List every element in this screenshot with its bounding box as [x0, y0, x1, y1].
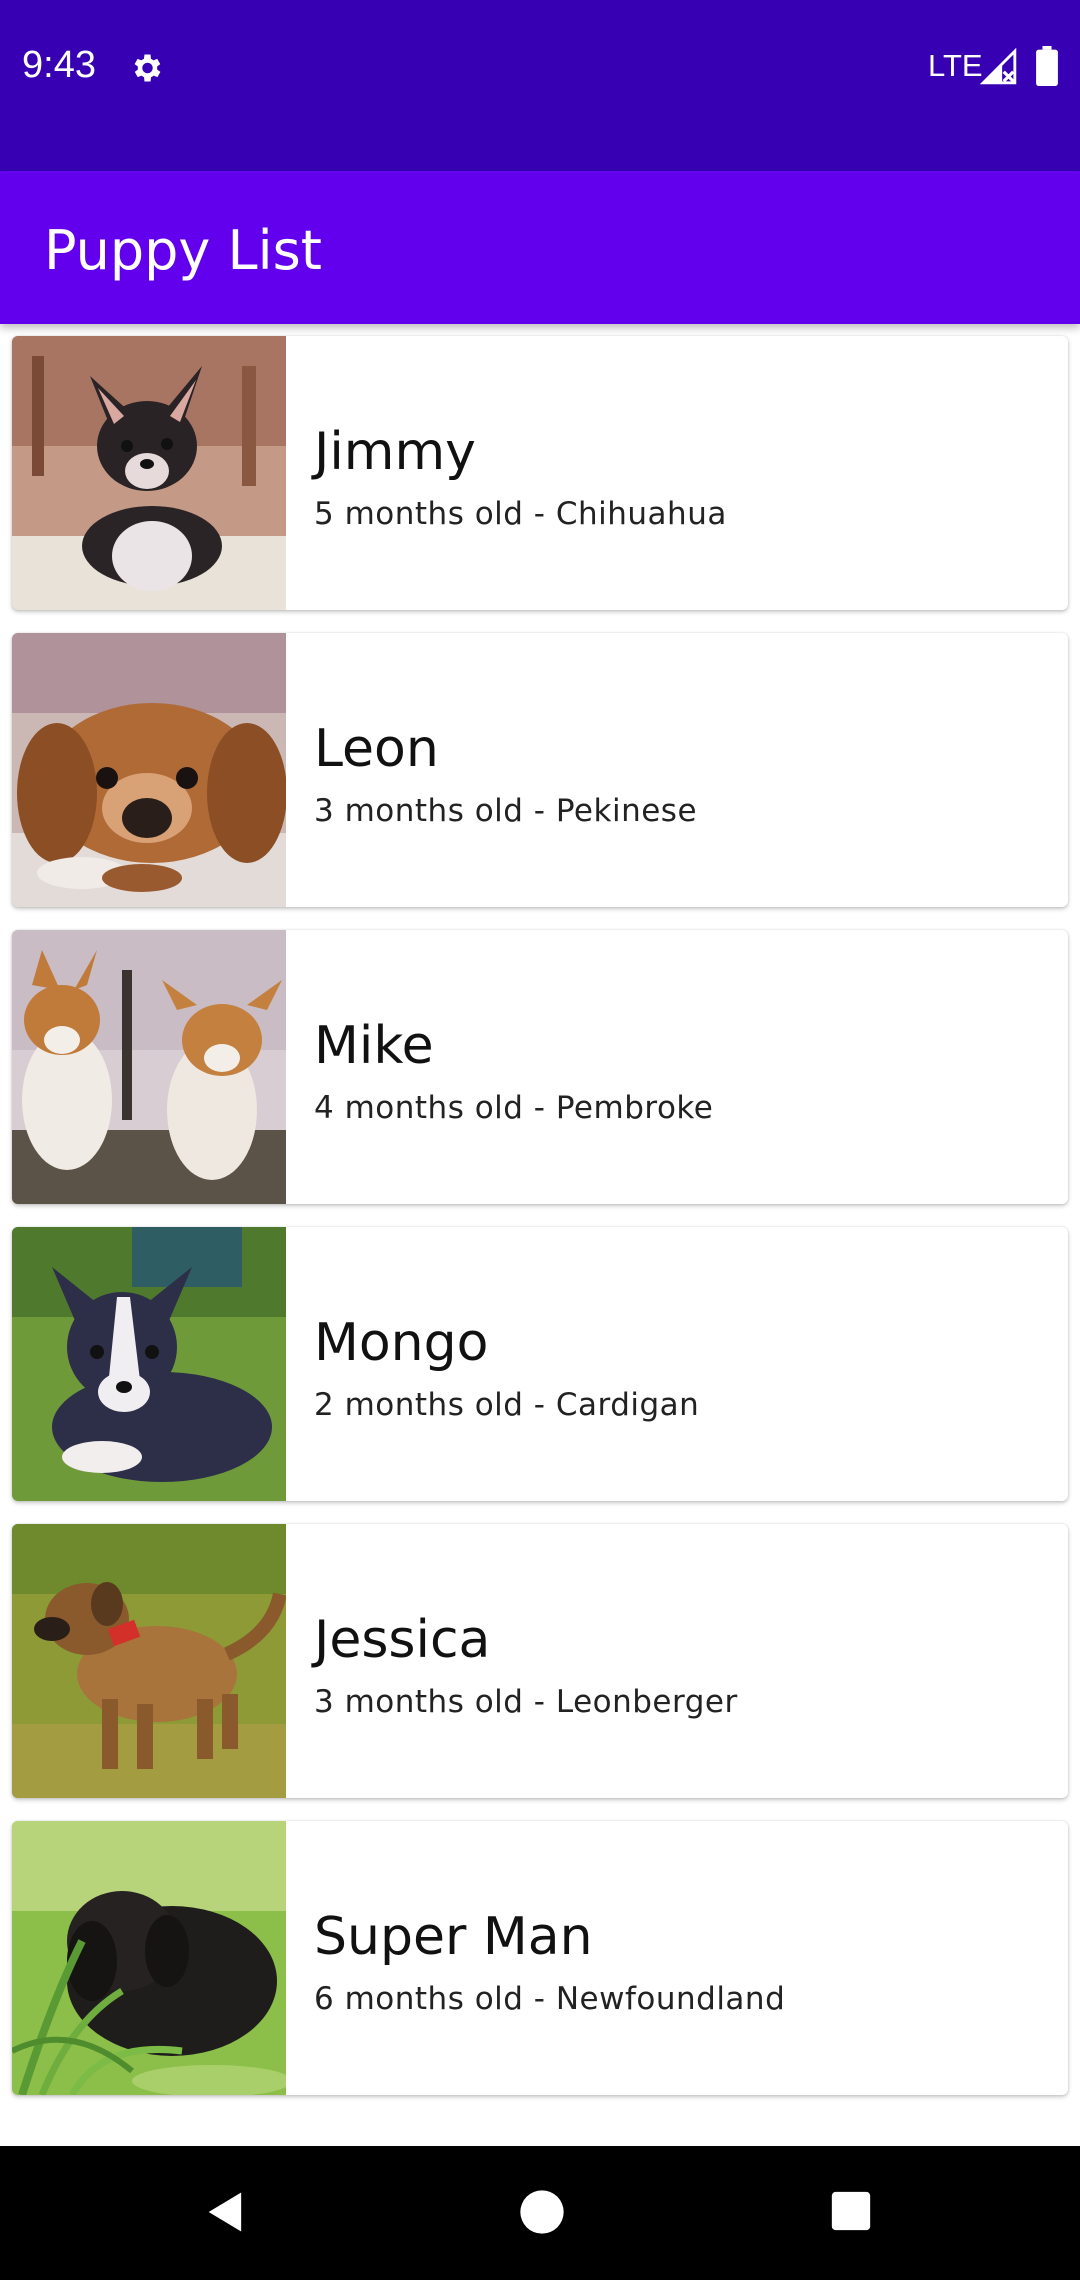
puppy-photo — [12, 1821, 286, 2095]
puppy-description: 3 months old - Pekinese — [314, 793, 698, 829]
puppy-photo — [12, 633, 286, 907]
puppy-name: Super Man — [314, 1907, 593, 1967]
status-time: 9:43 — [22, 44, 96, 86]
navigation-bar — [0, 2146, 1080, 2280]
puppy-photo — [12, 336, 286, 610]
puppy-name: Leon — [314, 719, 439, 779]
puppy-photo — [12, 1524, 286, 1798]
app-title: Puppy List — [44, 219, 322, 282]
puppy-name: Jimmy — [314, 422, 476, 482]
puppy-description: 2 months old - Cardigan — [314, 1387, 700, 1423]
puppy-description: 3 months old - Leonberger — [314, 1684, 738, 1720]
signal-icon — [980, 48, 1017, 85]
puppy-description: 6 months old - Newfoundland — [314, 1981, 786, 2017]
puppy-description: 5 months old - Chihuahua — [314, 496, 727, 532]
puppy-list[interactable]: Jimmy 5 months old - Chihuahua Leon 3 mo… — [0, 324, 1080, 2144]
puppy-photo — [12, 930, 286, 1204]
puppy-description: 4 months old - Pembroke — [314, 1090, 714, 1126]
recents-icon[interactable] — [828, 2188, 874, 2234]
network-type: LTE — [928, 48, 983, 83]
puppy-name: Mike — [314, 1016, 434, 1076]
puppy-card-leon[interactable]: Leon 3 months old - Pekinese — [12, 633, 1068, 907]
home-icon[interactable] — [516, 2186, 568, 2238]
gear-icon — [134, 54, 161, 82]
puppy-card-mongo[interactable]: Mongo 2 months old - Cardigan — [12, 1227, 1068, 1501]
puppy-card-jessica[interactable]: Jessica 3 months old - Leonberger — [12, 1524, 1068, 1798]
puppy-name: Mongo — [314, 1313, 489, 1373]
puppy-card-super-man[interactable]: Super Man 6 months old - Newfoundland — [12, 1821, 1068, 2095]
status-bar: 9:43 LTE — [0, 0, 1080, 171]
battery-icon — [1036, 46, 1058, 86]
puppy-card-mike[interactable]: Mike 4 months old - Pembroke — [12, 930, 1068, 1204]
puppy-card-jimmy[interactable]: Jimmy 5 months old - Chihuahua — [12, 336, 1068, 610]
back-icon[interactable] — [200, 2186, 252, 2238]
puppy-photo — [12, 1227, 286, 1501]
puppy-name: Jessica — [314, 1610, 491, 1670]
app-bar: Puppy List — [0, 171, 1080, 324]
